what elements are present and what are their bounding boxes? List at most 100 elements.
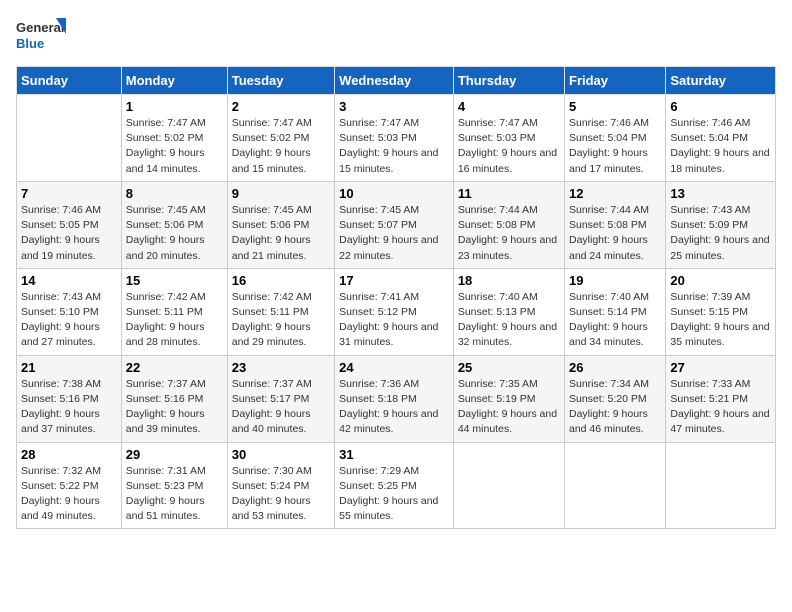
day-number: 29 bbox=[126, 447, 223, 462]
day-info: Sunrise: 7:38 AMSunset: 5:16 PMDaylight:… bbox=[21, 378, 101, 436]
logo: General Blue bbox=[16, 16, 66, 58]
calendar-week-row: 1 Sunrise: 7:47 AMSunset: 5:02 PMDayligh… bbox=[17, 95, 776, 182]
day-number: 15 bbox=[126, 273, 223, 288]
day-info: Sunrise: 7:45 AMSunset: 5:07 PMDaylight:… bbox=[339, 204, 438, 262]
day-number: 25 bbox=[458, 360, 560, 375]
calendar-cell: 7 Sunrise: 7:46 AMSunset: 5:05 PMDayligh… bbox=[17, 181, 122, 268]
day-info: Sunrise: 7:46 AMSunset: 5:04 PMDaylight:… bbox=[569, 117, 649, 175]
calendar-week-row: 14 Sunrise: 7:43 AMSunset: 5:10 PMDaylig… bbox=[17, 268, 776, 355]
calendar-cell: 16 Sunrise: 7:42 AMSunset: 5:11 PMDaylig… bbox=[227, 268, 334, 355]
header-day: Saturday bbox=[666, 67, 776, 95]
day-number: 17 bbox=[339, 273, 449, 288]
day-info: Sunrise: 7:40 AMSunset: 5:14 PMDaylight:… bbox=[569, 291, 649, 349]
day-info: Sunrise: 7:36 AMSunset: 5:18 PMDaylight:… bbox=[339, 378, 438, 436]
calendar-cell: 9 Sunrise: 7:45 AMSunset: 5:06 PMDayligh… bbox=[227, 181, 334, 268]
day-info: Sunrise: 7:33 AMSunset: 5:21 PMDaylight:… bbox=[670, 378, 769, 436]
calendar-cell: 22 Sunrise: 7:37 AMSunset: 5:16 PMDaylig… bbox=[121, 355, 227, 442]
calendar-cell bbox=[666, 442, 776, 529]
header-day: Thursday bbox=[453, 67, 564, 95]
calendar-cell: 2 Sunrise: 7:47 AMSunset: 5:02 PMDayligh… bbox=[227, 95, 334, 182]
day-number: 16 bbox=[232, 273, 330, 288]
day-info: Sunrise: 7:29 AMSunset: 5:25 PMDaylight:… bbox=[339, 465, 438, 523]
day-number: 6 bbox=[670, 99, 771, 114]
day-info: Sunrise: 7:35 AMSunset: 5:19 PMDaylight:… bbox=[458, 378, 557, 436]
calendar-cell: 4 Sunrise: 7:47 AMSunset: 5:03 PMDayligh… bbox=[453, 95, 564, 182]
calendar-cell: 5 Sunrise: 7:46 AMSunset: 5:04 PMDayligh… bbox=[565, 95, 666, 182]
header-day: Wednesday bbox=[335, 67, 454, 95]
day-number: 11 bbox=[458, 186, 560, 201]
day-info: Sunrise: 7:42 AMSunset: 5:11 PMDaylight:… bbox=[126, 291, 206, 349]
day-number: 8 bbox=[126, 186, 223, 201]
day-number: 28 bbox=[21, 447, 117, 462]
calendar-cell: 27 Sunrise: 7:33 AMSunset: 5:21 PMDaylig… bbox=[666, 355, 776, 442]
day-info: Sunrise: 7:43 AMSunset: 5:10 PMDaylight:… bbox=[21, 291, 101, 349]
calendar-cell: 17 Sunrise: 7:41 AMSunset: 5:12 PMDaylig… bbox=[335, 268, 454, 355]
calendar-cell: 18 Sunrise: 7:40 AMSunset: 5:13 PMDaylig… bbox=[453, 268, 564, 355]
header-day: Monday bbox=[121, 67, 227, 95]
day-number: 4 bbox=[458, 99, 560, 114]
calendar-cell: 3 Sunrise: 7:47 AMSunset: 5:03 PMDayligh… bbox=[335, 95, 454, 182]
calendar-week-row: 28 Sunrise: 7:32 AMSunset: 5:22 PMDaylig… bbox=[17, 442, 776, 529]
day-number: 31 bbox=[339, 447, 449, 462]
day-info: Sunrise: 7:46 AMSunset: 5:04 PMDaylight:… bbox=[670, 117, 769, 175]
day-info: Sunrise: 7:47 AMSunset: 5:02 PMDaylight:… bbox=[232, 117, 312, 175]
day-info: Sunrise: 7:42 AMSunset: 5:11 PMDaylight:… bbox=[232, 291, 312, 349]
day-number: 7 bbox=[21, 186, 117, 201]
logo-svg: General Blue bbox=[16, 16, 66, 58]
day-number: 21 bbox=[21, 360, 117, 375]
calendar-cell: 24 Sunrise: 7:36 AMSunset: 5:18 PMDaylig… bbox=[335, 355, 454, 442]
day-info: Sunrise: 7:46 AMSunset: 5:05 PMDaylight:… bbox=[21, 204, 101, 262]
calendar-cell: 21 Sunrise: 7:38 AMSunset: 5:16 PMDaylig… bbox=[17, 355, 122, 442]
day-number: 1 bbox=[126, 99, 223, 114]
day-info: Sunrise: 7:39 AMSunset: 5:15 PMDaylight:… bbox=[670, 291, 769, 349]
calendar-cell: 30 Sunrise: 7:30 AMSunset: 5:24 PMDaylig… bbox=[227, 442, 334, 529]
day-info: Sunrise: 7:45 AMSunset: 5:06 PMDaylight:… bbox=[232, 204, 312, 262]
day-number: 5 bbox=[569, 99, 661, 114]
svg-text:General: General bbox=[16, 20, 64, 35]
calendar-cell: 29 Sunrise: 7:31 AMSunset: 5:23 PMDaylig… bbox=[121, 442, 227, 529]
day-number: 3 bbox=[339, 99, 449, 114]
day-info: Sunrise: 7:41 AMSunset: 5:12 PMDaylight:… bbox=[339, 291, 438, 349]
calendar-cell: 19 Sunrise: 7:40 AMSunset: 5:14 PMDaylig… bbox=[565, 268, 666, 355]
day-number: 27 bbox=[670, 360, 771, 375]
calendar-cell: 25 Sunrise: 7:35 AMSunset: 5:19 PMDaylig… bbox=[453, 355, 564, 442]
calendar-cell bbox=[565, 442, 666, 529]
day-info: Sunrise: 7:47 AMSunset: 5:03 PMDaylight:… bbox=[339, 117, 438, 175]
day-info: Sunrise: 7:44 AMSunset: 5:08 PMDaylight:… bbox=[458, 204, 557, 262]
header-day: Friday bbox=[565, 67, 666, 95]
day-info: Sunrise: 7:47 AMSunset: 5:02 PMDaylight:… bbox=[126, 117, 206, 175]
day-number: 22 bbox=[126, 360, 223, 375]
header-day: Tuesday bbox=[227, 67, 334, 95]
day-number: 20 bbox=[670, 273, 771, 288]
calendar-cell bbox=[453, 442, 564, 529]
day-number: 2 bbox=[232, 99, 330, 114]
day-number: 30 bbox=[232, 447, 330, 462]
day-number: 24 bbox=[339, 360, 449, 375]
calendar-week-row: 7 Sunrise: 7:46 AMSunset: 5:05 PMDayligh… bbox=[17, 181, 776, 268]
header-day: Sunday bbox=[17, 67, 122, 95]
day-number: 14 bbox=[21, 273, 117, 288]
day-info: Sunrise: 7:45 AMSunset: 5:06 PMDaylight:… bbox=[126, 204, 206, 262]
day-number: 9 bbox=[232, 186, 330, 201]
calendar-week-row: 21 Sunrise: 7:38 AMSunset: 5:16 PMDaylig… bbox=[17, 355, 776, 442]
calendar-cell: 6 Sunrise: 7:46 AMSunset: 5:04 PMDayligh… bbox=[666, 95, 776, 182]
day-info: Sunrise: 7:40 AMSunset: 5:13 PMDaylight:… bbox=[458, 291, 557, 349]
day-number: 12 bbox=[569, 186, 661, 201]
day-number: 19 bbox=[569, 273, 661, 288]
day-info: Sunrise: 7:30 AMSunset: 5:24 PMDaylight:… bbox=[232, 465, 312, 523]
calendar-cell: 10 Sunrise: 7:45 AMSunset: 5:07 PMDaylig… bbox=[335, 181, 454, 268]
day-info: Sunrise: 7:32 AMSunset: 5:22 PMDaylight:… bbox=[21, 465, 101, 523]
calendar-cell: 26 Sunrise: 7:34 AMSunset: 5:20 PMDaylig… bbox=[565, 355, 666, 442]
day-number: 26 bbox=[569, 360, 661, 375]
day-info: Sunrise: 7:31 AMSunset: 5:23 PMDaylight:… bbox=[126, 465, 206, 523]
calendar-cell: 13 Sunrise: 7:43 AMSunset: 5:09 PMDaylig… bbox=[666, 181, 776, 268]
calendar-cell: 31 Sunrise: 7:29 AMSunset: 5:25 PMDaylig… bbox=[335, 442, 454, 529]
day-number: 13 bbox=[670, 186, 771, 201]
header: General Blue bbox=[16, 16, 776, 58]
day-info: Sunrise: 7:47 AMSunset: 5:03 PMDaylight:… bbox=[458, 117, 557, 175]
calendar-cell: 20 Sunrise: 7:39 AMSunset: 5:15 PMDaylig… bbox=[666, 268, 776, 355]
calendar-cell: 23 Sunrise: 7:37 AMSunset: 5:17 PMDaylig… bbox=[227, 355, 334, 442]
svg-text:Blue: Blue bbox=[16, 36, 44, 51]
calendar-cell: 11 Sunrise: 7:44 AMSunset: 5:08 PMDaylig… bbox=[453, 181, 564, 268]
header-row: SundayMondayTuesdayWednesdayThursdayFrid… bbox=[17, 67, 776, 95]
